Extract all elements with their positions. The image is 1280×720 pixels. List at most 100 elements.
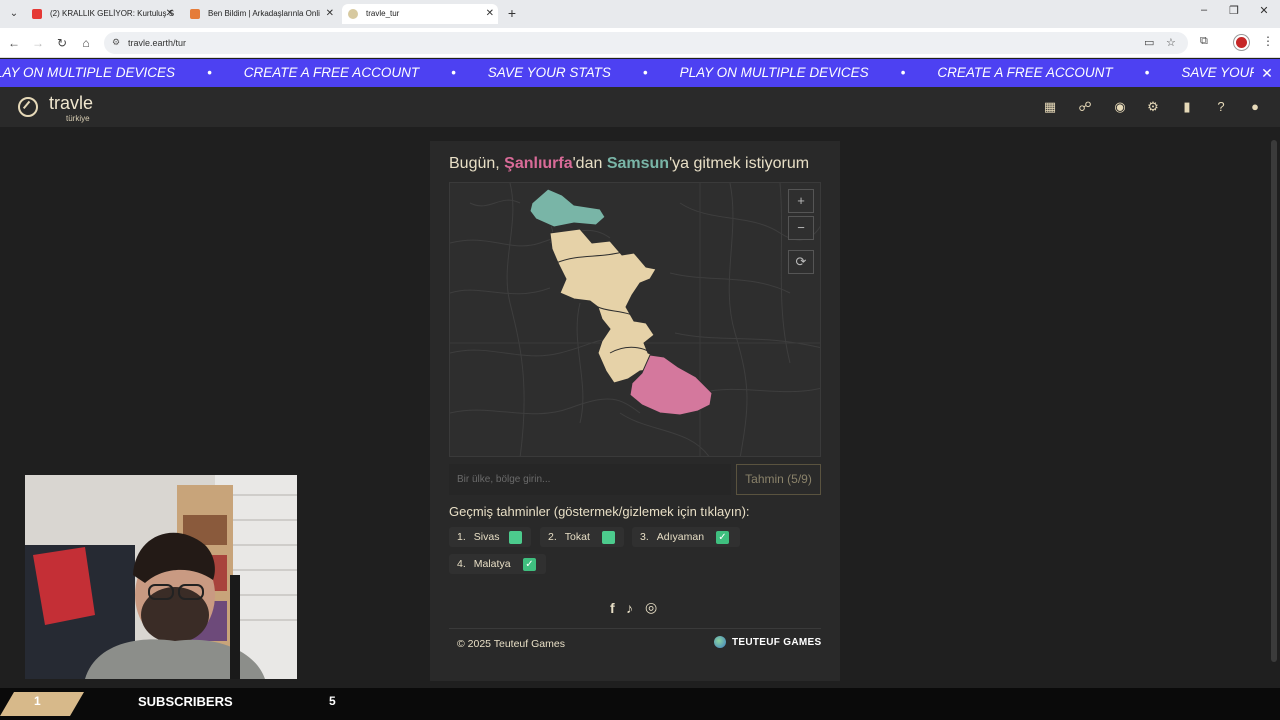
webcam-overlay [25, 475, 297, 679]
checkmark-icon: ✓ [523, 558, 536, 571]
subscriber-goal: 5 [329, 694, 336, 708]
zoom-out-button[interactable]: − [788, 216, 814, 240]
promo-banner-item[interactable]: CREATE A FREE ACCOUNT [244, 65, 419, 80]
browser-tab[interactable]: Ben Bildim | Arkadaşlarınla Onli ✕ [184, 4, 338, 24]
teuteuf-games-link[interactable]: TEUTEUF GAMES [732, 637, 821, 648]
promo-banner-bullet: • [207, 65, 212, 80]
map-svg[interactable] [450, 183, 821, 457]
promo-banner-bullet: • [451, 65, 456, 80]
stats-icon[interactable]: ▮ [1179, 99, 1195, 115]
tab-title: travle_tur [366, 9, 400, 18]
guess-name: Malatya [473, 558, 511, 570]
back-icon[interactable]: ← [6, 35, 22, 51]
guess-chip[interactable]: 3. Adıyaman ✓ [632, 527, 740, 547]
close-tab-icon[interactable]: ✕ [326, 4, 334, 24]
user-icon[interactable]: ● [1247, 99, 1263, 115]
puzzle-headline: Bugün, Şanlıurfa'dan Samsun'ya gitmek is… [449, 155, 809, 173]
facebook-icon[interactable]: f [610, 600, 615, 616]
site-favicon-icon [190, 9, 200, 19]
map-grid [450, 183, 820, 456]
close-tab-icon[interactable]: ✕ [166, 4, 174, 24]
calendar-icon[interactable]: ▦ [1042, 99, 1058, 115]
copyright-text: © 2025 Teuteuf Games [457, 638, 565, 650]
guessed-regions[interactable] [549, 228, 663, 384]
app-logo[interactable]: travle [49, 93, 93, 114]
url-text: travle.earth/tur [128, 38, 187, 48]
guess-number: 2. [548, 531, 557, 543]
start-region: Şanlıurfa [504, 155, 573, 172]
promo-banner-bullet: • [642, 65, 648, 80]
address-bar[interactable]: ⚙ travle.earth/tur ▭ ☆ [104, 32, 1188, 54]
forward-icon[interactable]: → [30, 35, 46, 51]
zoom-in-button[interactable]: + [788, 189, 814, 213]
teuteuf-logo-icon [714, 636, 726, 648]
gamepad-icon[interactable]: ◉ [1110, 99, 1130, 115]
youtube-icon [32, 9, 42, 19]
guess-name: Tokat [564, 531, 590, 543]
guess-name: Sivas [473, 531, 500, 543]
promo-banner-item[interactable]: PLAY ON MULTIPLE DEVICES [0, 65, 175, 80]
new-tab-button[interactable]: + [504, 6, 520, 22]
browser-tabbar: ⌄ (2) KRALLIK GELİYOR: Kurtuluş S ✕ Ben … [0, 0, 1280, 28]
browser-menu-icon[interactable]: ⋮ [1262, 34, 1274, 48]
guess-chip[interactable]: 4. Malatya ✓ [449, 554, 546, 574]
help-icon[interactable]: ? [1213, 99, 1229, 115]
promo-banner-track: PLAY ON MULTIPLE DEVICES • CREATE A FREE A… [0, 59, 1280, 87]
travle-favicon-icon [348, 9, 358, 19]
samsun-region[interactable] [529, 188, 606, 228]
guess-chip[interactable]: 1. Sivas [449, 527, 531, 547]
site-info-icon[interactable]: ⚙ [112, 37, 124, 49]
subscriber-count-badge [0, 692, 84, 716]
guess-history-toggle[interactable]: Geçmiş tahminler (göstermek/gizlemek içi… [449, 504, 750, 519]
target-region: Samsun [606, 155, 670, 172]
reload-icon[interactable]: ↻ [54, 35, 70, 51]
bookmark-star-icon[interactable]: ☆ [1166, 36, 1176, 49]
restore-icon[interactable]: ❐ [1224, 4, 1244, 17]
promo-banner-item[interactable]: CREATE A FREE ACCOUNT [937, 65, 1112, 80]
green-square-icon [509, 531, 522, 544]
guess-chip[interactable]: 2. Tokat [540, 527, 624, 547]
gear-icon[interactable]: ⚙ [1145, 99, 1161, 115]
tab-list-dropdown-icon[interactable]: ⌄ [6, 6, 22, 22]
guess-number: 4. [457, 558, 466, 570]
promo-banner-item[interactable]: PLAY ON MULTIPLE DEVICES [680, 65, 869, 80]
map-view[interactable] [449, 182, 821, 457]
browser-tab-active[interactable]: travle_tur ✕ [342, 4, 498, 24]
app-header: travle türkiye ▦ ☍ ◉ ⚙ ▮ ? ● [0, 87, 1280, 127]
green-square-icon [602, 531, 615, 544]
headline-text: Bugün, [449, 155, 505, 172]
subscriber-count: 1 [34, 694, 41, 708]
route-icon[interactable]: ☍ [1077, 99, 1093, 115]
headline-text: 'dan [572, 155, 607, 172]
reset-view-button[interactable]: ⟳ [788, 250, 814, 274]
close-banner-button[interactable]: ✕ [1254, 59, 1280, 87]
footer-divider [449, 628, 821, 629]
app-logo-subtitle: türkiye [66, 114, 90, 123]
scrollbar[interactable] [1271, 140, 1277, 662]
checkmark-icon: ✓ [716, 531, 729, 544]
close-tab-icon[interactable]: ✕ [486, 4, 494, 24]
tab-title: Ben Bildim | Arkadaşlarınla Onli [208, 9, 320, 18]
window-close-icon[interactable]: ✕ [1254, 4, 1274, 17]
home-icon[interactable]: ⌂ [78, 35, 94, 51]
webcam-image [25, 475, 297, 679]
subscriber-label: SUBSCRIBERS [138, 694, 233, 709]
browser-toolbar: ← → ↻ ⌂ ⚙ travle.earth/tur ▭ ☆ ⧉ [0, 28, 1280, 58]
promo-banner: PLAY ON MULTIPLE DEVICES • CREATE A FREE A… [0, 59, 1280, 87]
extensions-icon[interactable]: ⧉ [1200, 35, 1208, 48]
guess-number: 1. [457, 531, 466, 543]
tiktok-icon[interactable]: ♪ [626, 600, 633, 616]
guess-input[interactable] [449, 464, 731, 495]
profile-avatar[interactable] [1234, 35, 1249, 50]
browser-tab[interactable]: (2) KRALLIK GELİYOR: Kurtuluş S ✕ [26, 4, 178, 24]
compass-icon [18, 97, 38, 117]
province-borders [450, 183, 820, 456]
tab-title: (2) KRALLIK GELİYOR: Kurtuluş S [50, 9, 175, 18]
guess-number: 3. [640, 531, 649, 543]
guess-name: Adıyaman [656, 531, 705, 543]
promo-banner-item[interactable]: SAVE YOUR STATS [488, 65, 611, 80]
install-app-icon[interactable]: ▭ [1144, 36, 1154, 49]
instagram-icon[interactable]: ◎ [645, 599, 657, 616]
minimize-icon[interactable]: – [1194, 4, 1214, 16]
guess-button[interactable]: Tahmin (5/9) [736, 464, 821, 495]
